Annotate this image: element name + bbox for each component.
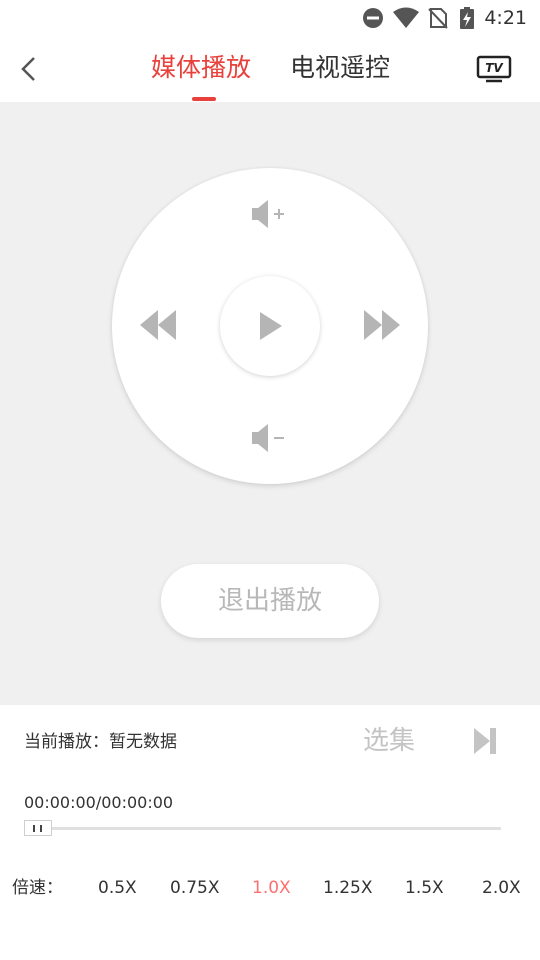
- header: 媒体播放 电视遥控 TV: [0, 36, 540, 102]
- fast-forward-icon: [364, 310, 400, 340]
- speed-option-2-0x[interactable]: 2.0X: [482, 876, 521, 900]
- speed-label: 倍速：: [12, 878, 63, 898]
- speed-option-1-5x[interactable]: 1.5X: [405, 876, 444, 900]
- battery-charging-icon: [460, 7, 474, 29]
- remote-control-area: 退出播放: [0, 102, 540, 705]
- speed-option-0-5x[interactable]: 0.5X: [98, 876, 137, 900]
- volume-up-icon: [252, 200, 284, 228]
- progress-track[interactable]: [24, 827, 501, 830]
- status-time: 4:21: [484, 7, 527, 29]
- volume-up-button[interactable]: [248, 196, 292, 232]
- exit-playback-button[interactable]: 退出播放: [161, 564, 379, 638]
- wifi-icon: [393, 7, 419, 28]
- active-tab-indicator: [192, 97, 216, 101]
- tv-button[interactable]: TV: [476, 55, 512, 83]
- speed-option-1-0x[interactable]: 1.0X: [252, 876, 291, 900]
- tv-icon-label: TV: [485, 61, 504, 75]
- skip-next-icon: [474, 728, 496, 754]
- play-icon: [260, 312, 282, 340]
- progress-thumb[interactable]: [24, 820, 52, 836]
- tab-media-playback[interactable]: 媒体播放: [151, 51, 251, 85]
- rewind-button[interactable]: [138, 308, 178, 342]
- do-not-disturb-icon: [363, 8, 383, 28]
- fast-forward-button[interactable]: [362, 308, 402, 342]
- no-sim-icon: [428, 8, 448, 29]
- speed-option-0-75x[interactable]: 0.75X: [170, 876, 220, 900]
- tv-icon: TV: [476, 55, 512, 83]
- tab-tv-remote[interactable]: 电视遥控: [290, 51, 390, 85]
- playback-time: 00:00:00/00:00:00: [24, 793, 174, 812]
- status-bar: 4:21: [0, 0, 540, 36]
- episodes-button[interactable]: 选集: [363, 724, 415, 758]
- now-playing-text: 当前播放：暂无数据: [24, 732, 177, 752]
- rewind-icon: [140, 310, 176, 340]
- play-button[interactable]: [220, 276, 320, 376]
- dpad: [112, 168, 428, 484]
- speed-option-1-25x[interactable]: 1.25X: [323, 876, 373, 900]
- next-button[interactable]: [472, 726, 498, 756]
- back-button[interactable]: [12, 52, 46, 86]
- volume-down-button[interactable]: [248, 420, 292, 456]
- volume-down-icon: [252, 424, 284, 452]
